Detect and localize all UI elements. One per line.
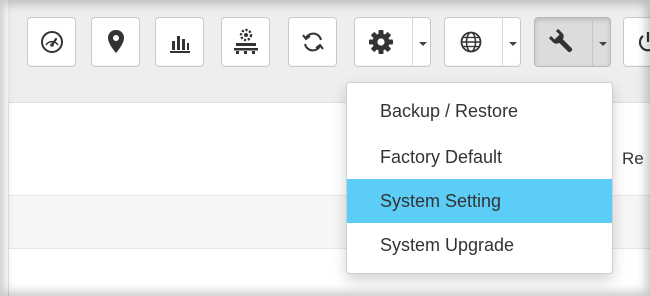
wrench-icon <box>548 28 573 53</box>
tools-dropdown-menu: Backup / Restore Factory Default System … <box>346 82 613 274</box>
power-button[interactable] <box>623 17 650 67</box>
location-button[interactable] <box>91 17 140 67</box>
device-network-icon <box>234 28 258 54</box>
language-dropdown-button[interactable] <box>444 17 521 67</box>
gear-icon <box>369 30 393 54</box>
menu-item-system-upgrade[interactable]: System Upgrade <box>347 223 612 267</box>
refresh-icon <box>302 32 324 52</box>
settings-dropdown-button[interactable] <box>354 17 431 67</box>
bar-chart-icon <box>170 36 190 53</box>
dashboard-button[interactable] <box>27 17 76 67</box>
dashboard-icon <box>41 31 63 53</box>
refresh-button[interactable] <box>288 17 337 67</box>
chevron-down-icon <box>502 18 520 66</box>
chevron-down-icon <box>412 18 430 66</box>
location-pin-icon <box>108 30 124 53</box>
chevron-down-icon <box>592 18 610 66</box>
globe-icon <box>460 31 482 53</box>
menu-item-backup-restore[interactable]: Backup / Restore <box>347 89 612 133</box>
truncated-label: Re <box>622 149 644 168</box>
device-button[interactable] <box>221 17 270 67</box>
power-icon <box>638 32 650 52</box>
app-frame: Re Backup / Restore Factory Default Syst… <box>0 0 650 296</box>
menu-item-factory-default[interactable]: Factory Default <box>347 135 612 179</box>
tools-dropdown-button[interactable] <box>534 17 611 67</box>
statistics-button[interactable] <box>155 17 204 67</box>
menu-item-system-setting[interactable]: System Setting <box>347 179 612 223</box>
